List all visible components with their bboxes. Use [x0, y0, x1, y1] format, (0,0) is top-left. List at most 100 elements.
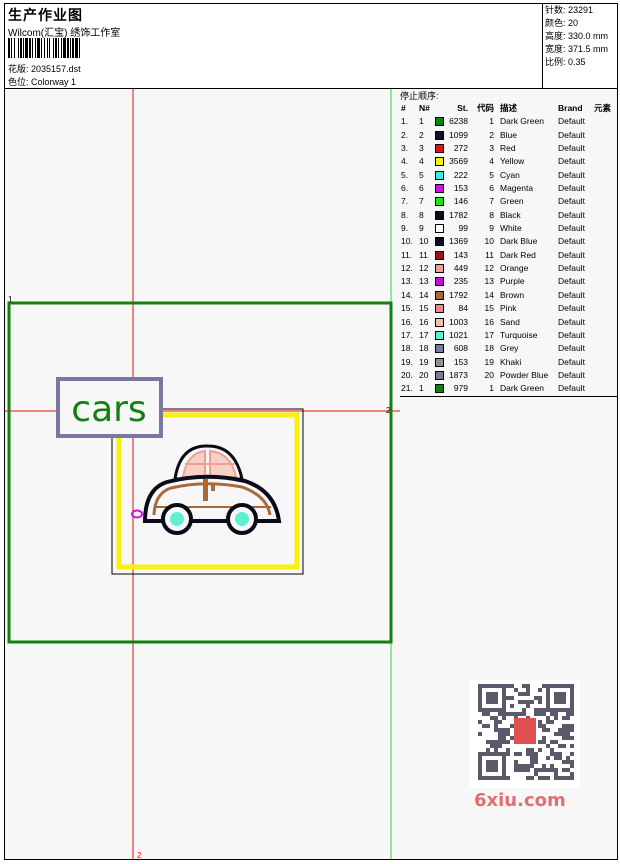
table-row: 20. 20 1873 20 Powder Blue Default: [400, 369, 617, 382]
color-table: # N# St. 代码 描述 Brand 元素 1. 1 6238 1 Dark Gre…: [400, 102, 617, 396]
row-needle: 4: [419, 156, 424, 167]
row-needle: 7: [419, 196, 424, 207]
row-stitches: 608: [453, 343, 468, 354]
table-row: 10. 10 1369 10 Dark Blue Default: [400, 235, 617, 248]
row-description: Magenta: [500, 183, 534, 194]
row-code: 4: [489, 156, 494, 167]
row-num: 13.: [401, 276, 413, 287]
row-num: 9.: [401, 223, 409, 234]
row-brand: Default: [558, 343, 585, 354]
table-row: 21. 1 979 1 Dark Green Default: [400, 382, 617, 395]
color-swatch: [435, 317, 444, 327]
row-needle: 1: [419, 116, 424, 127]
row-num: 16.: [401, 316, 413, 327]
row-num: 8.: [401, 209, 409, 220]
table-row: 2. 2 1099 2 Blue Default: [400, 129, 617, 142]
row-stitches: 1099: [449, 129, 468, 140]
row-needle: 11: [419, 249, 428, 260]
row-code: 13: [484, 276, 494, 287]
row-description: Green: [500, 196, 524, 207]
stop-sequence-label: 停止顺序:: [400, 91, 439, 101]
color-swatch: [435, 330, 444, 340]
row-brand: Default: [558, 383, 585, 394]
row-description: Dark Green: [500, 383, 544, 394]
row-brand: Default: [558, 276, 585, 287]
qr-code: [470, 680, 580, 788]
row-brand: Default: [558, 289, 585, 300]
row-needle: 18: [419, 343, 429, 354]
row-brand: Default: [558, 303, 585, 314]
table-row: 9. 9 99 9 White Default: [400, 222, 617, 235]
row-code: 16: [484, 316, 494, 327]
table-row: 14. 14 1792 14 Brown Default: [400, 289, 617, 302]
row-brand: Default: [558, 143, 585, 154]
row-code: 9: [489, 223, 494, 234]
table-row: 6. 6 153 6 Magenta Default: [400, 182, 617, 195]
row-num: 1.: [401, 116, 409, 127]
row-num: 4.: [401, 156, 409, 167]
row-stitches: 99: [458, 223, 468, 234]
row-code: 15: [484, 303, 494, 314]
row-needle: 20: [419, 369, 429, 380]
row-stitches: 1021: [449, 329, 468, 340]
row-description: Purple: [500, 276, 525, 287]
row-stitches: 3569: [449, 156, 468, 167]
row-stitches: 979: [453, 383, 468, 394]
row-needle: 12: [419, 263, 429, 274]
design-stats: 针数: 23291 颜色: 20 高度: 330.0 mm 宽度: 371.5 …: [543, 4, 617, 88]
row-needle: 8: [419, 209, 424, 220]
row-num: 5.: [401, 169, 409, 180]
row-description: Black: [500, 209, 521, 220]
height-value: 高度: 330.0 mm: [545, 31, 609, 41]
row-brand: Default: [558, 263, 585, 274]
row-code: 6: [489, 183, 494, 194]
row-code: 1: [489, 116, 494, 127]
row-num: 20.: [401, 369, 413, 380]
row-brand: Default: [558, 249, 585, 260]
table-row: 8. 8 1782 8 Black Default: [400, 209, 617, 222]
row-code: 17: [484, 329, 494, 340]
row-description: Red: [500, 143, 516, 154]
scale-value: 比例: 0.35: [545, 57, 586, 67]
page-title: 生产作业图: [8, 7, 83, 23]
row-description: Yellow: [500, 156, 525, 167]
design-canvas: 1 2 2 cars: [5, 89, 401, 860]
table-row: 3. 3 272 3 Red Default: [400, 142, 617, 155]
colorway-value: Colorway 1: [31, 77, 77, 87]
row-needle: 16: [419, 316, 429, 327]
company-name: Wilcom(汇宝) 绣饰工作室: [8, 28, 121, 39]
design-value: 2035157.dst: [31, 64, 81, 74]
row-brand: Default: [558, 169, 585, 180]
row-num: 11.: [401, 249, 413, 260]
header-n: N#: [419, 103, 430, 113]
row-code: 11: [485, 249, 494, 260]
row-code: 7: [489, 196, 494, 207]
header-brand: Brand: [558, 103, 583, 113]
row-needle: 19: [419, 356, 429, 367]
row-code: 18: [484, 343, 494, 354]
row-needle: 10: [419, 236, 429, 247]
header-num: #: [401, 103, 406, 113]
color-swatch: [435, 237, 444, 247]
row-code: 2: [489, 129, 494, 140]
row-stitches: 1792: [449, 289, 468, 300]
row-num: 14.: [401, 289, 413, 300]
row-needle: 9: [419, 223, 424, 234]
row-stitches: 153: [453, 356, 468, 367]
row-description: Turquoise: [500, 329, 538, 340]
row-num: 21.: [401, 383, 413, 394]
row-num: 2.: [401, 129, 409, 140]
row-needle: 5: [419, 169, 424, 180]
color-swatch: [435, 357, 444, 367]
table-row: 15. 15 84 15 Pink Default: [400, 302, 617, 315]
row-description: Khaki: [500, 356, 522, 367]
row-needle: 14: [419, 289, 429, 300]
row-needle: 17: [419, 329, 429, 340]
color-swatch: [435, 184, 444, 194]
row-brand: Default: [558, 356, 585, 367]
table-row: 16. 16 1003 16 Sand Default: [400, 316, 617, 329]
row-stitches: 449: [453, 263, 468, 274]
row-code: 8: [489, 209, 494, 220]
color-swatch: [435, 117, 444, 127]
row-stitches: 1003: [449, 316, 468, 327]
